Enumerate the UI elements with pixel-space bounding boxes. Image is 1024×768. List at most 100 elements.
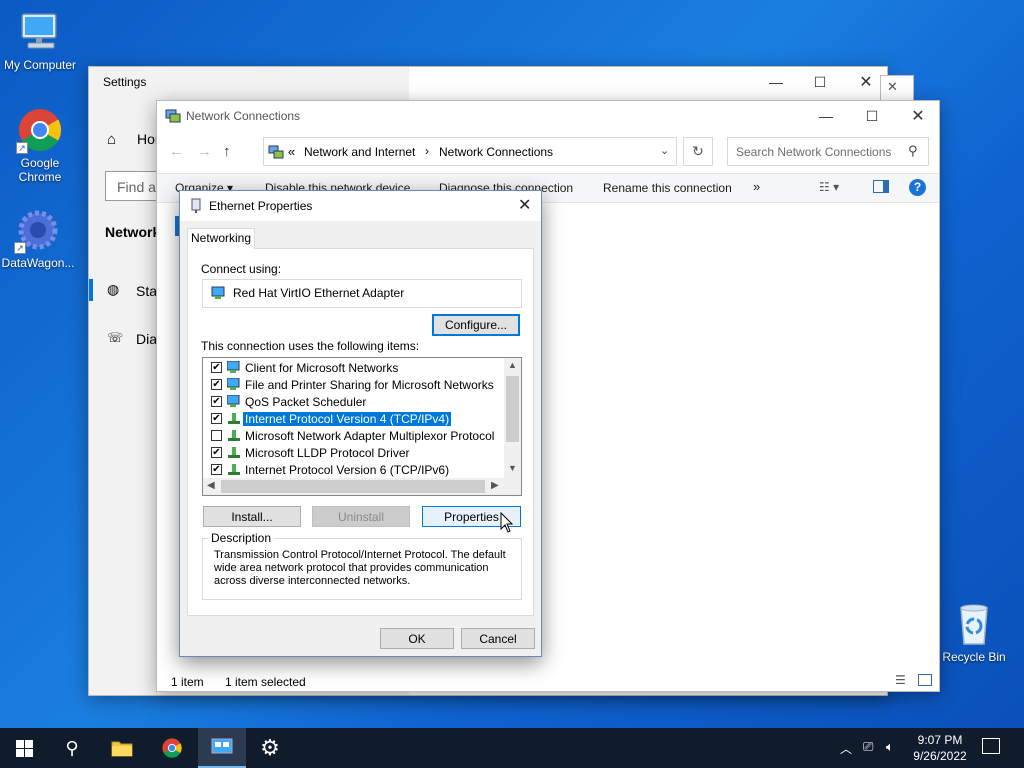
list-item[interactable]: ✔ Client for Microsoft Networks xyxy=(203,359,503,376)
clock-time: 9:07 PM xyxy=(917,733,963,747)
search-placeholder: Search Network Connections xyxy=(736,145,892,159)
adapter-field: Red Hat VirtIO Ethernet Adapter xyxy=(202,279,522,308)
item-label: File and Printer Sharing for Microsoft N… xyxy=(245,378,494,392)
scroll-left-icon[interactable]: ◀ xyxy=(207,480,215,491)
checkbox[interactable]: ✔ xyxy=(211,447,222,458)
scrollbar-thumb[interactable] xyxy=(506,376,519,442)
view-options-icon[interactable]: ☷ ▾ xyxy=(819,180,839,194)
protocol-icon xyxy=(227,446,241,459)
checkbox[interactable]: ✔ xyxy=(211,464,222,475)
ok-button[interactable]: OK xyxy=(380,628,454,649)
list-item[interactable]: ✔ Microsoft LLDP Protocol Driver xyxy=(203,444,503,461)
scroll-right-icon[interactable]: ▶ xyxy=(491,480,499,491)
up-arrow-icon[interactable]: ↑ xyxy=(223,143,231,160)
checkbox[interactable]: ✔ xyxy=(211,379,222,390)
scroll-down-icon[interactable]: ▼ xyxy=(508,463,517,473)
items-label: This connection uses the following items… xyxy=(201,339,420,353)
network-service-icon xyxy=(226,394,241,408)
datawagon-icon: ↗ xyxy=(14,206,62,254)
large-icons-view-icon[interactable] xyxy=(918,674,932,686)
desktop-icon-chrome[interactable]: ↗ Google Chrome xyxy=(0,106,80,184)
tab-networking[interactable]: Networking xyxy=(187,228,255,249)
item-label: Microsoft LLDP Protocol Driver xyxy=(245,446,410,460)
nav-item-dialup[interactable]: Dia xyxy=(136,331,157,347)
ethernet-properties-dialog: Ethernet Properties ✕ Networking Connect… xyxy=(179,190,542,657)
component-list[interactable]: ✔ Client for Microsoft Networks ✔ File a… xyxy=(202,357,522,496)
search-input[interactable]: Search Network Connections ⚲ xyxy=(727,137,929,166)
item-label: Internet Protocol Version 4 (TCP/IPv4) xyxy=(241,411,453,427)
background-window-edge: ✕ xyxy=(880,75,914,101)
network-service-icon xyxy=(226,377,241,391)
close-button[interactable]: ✕ xyxy=(895,101,941,131)
close-icon: ✕ xyxy=(887,79,898,94)
clock[interactable]: 9:07 PM 9/26/2022 xyxy=(912,732,968,764)
breadcrumb-network-connections[interactable]: Network Connections xyxy=(439,145,553,159)
tab-panel: Connect using: Red Hat VirtIO Ethernet A… xyxy=(187,248,534,616)
preview-pane-icon[interactable] xyxy=(873,180,889,193)
network-connections-taskbar-icon[interactable] xyxy=(198,728,246,768)
recycle-bin-icon xyxy=(950,600,998,648)
close-button[interactable]: ✕ xyxy=(518,195,531,215)
maximize-button[interactable]: ☐ xyxy=(797,67,843,97)
minimize-button[interactable]: — xyxy=(803,101,849,131)
rename-button[interactable]: Rename this connection xyxy=(603,181,732,195)
file-explorer-icon[interactable] xyxy=(98,728,146,768)
details-view-icon[interactable]: ☰ xyxy=(895,673,906,687)
list-item-selected[interactable]: ✔ Internet Protocol Version 4 (TCP/IPv4) xyxy=(203,410,503,427)
notification-icon[interactable] xyxy=(982,738,1000,754)
more-commands-button[interactable]: » xyxy=(753,179,760,194)
help-icon[interactable]: ? xyxy=(909,179,926,196)
chevron-down-icon[interactable]: ⌄ xyxy=(660,144,669,157)
checkbox[interactable]: ✔ xyxy=(211,396,222,407)
desktop-icon-datawagon[interactable]: ↗ DataWagon... xyxy=(0,206,78,270)
list-item[interactable]: ✔ QoS Packet Scheduler xyxy=(203,393,503,410)
desktop-icon-recycle-bin[interactable]: Recycle Bin xyxy=(934,600,1014,664)
breadcrumb-network-and-internet[interactable]: Network and Internet xyxy=(304,145,415,159)
install-button[interactable]: Install... xyxy=(203,506,301,527)
cancel-button[interactable]: Cancel xyxy=(461,628,535,649)
protocol-icon xyxy=(227,412,241,425)
nav-selection-indicator xyxy=(89,279,93,301)
checkbox[interactable]: ✔ xyxy=(211,362,222,373)
forward-arrow-icon[interactable]: → xyxy=(197,143,212,160)
clock-date: 9/26/2022 xyxy=(913,749,967,763)
mouse-cursor-icon xyxy=(500,511,514,534)
protocol-icon xyxy=(227,463,241,476)
item-label: Internet Protocol Version 6 (TCP/IPv6) xyxy=(245,463,450,477)
desktop-icon-my-computer[interactable]: My Computer xyxy=(0,8,80,72)
refresh-button[interactable]: ↻ xyxy=(683,137,713,166)
chrome-icon[interactable] xyxy=(148,728,196,768)
configure-button[interactable]: Configure... xyxy=(432,314,520,336)
breadcrumb-overflow[interactable]: « xyxy=(288,144,295,159)
back-arrow-icon[interactable]: ← xyxy=(169,143,184,160)
uninstall-button[interactable]: Uninstall xyxy=(312,506,410,527)
hscrollbar-thumb[interactable] xyxy=(221,480,485,493)
settings-gear-icon[interactable]: ⚙ xyxy=(246,728,294,768)
address-bar[interactable]: « Network and Internet › Network Connect… xyxy=(263,137,677,166)
network-adapter-icon xyxy=(211,286,227,300)
chrome-icon: ↗ xyxy=(16,106,64,154)
start-button[interactable] xyxy=(0,728,48,768)
checkbox[interactable]: ✔ xyxy=(211,413,222,424)
maximize-button[interactable]: ☐ xyxy=(849,101,895,131)
breadcrumb-separator-icon: › xyxy=(425,144,429,158)
minimize-button[interactable]: — xyxy=(753,67,799,97)
vertical-scrollbar[interactable]: ▲ ▼ xyxy=(504,358,521,478)
home-icon: ⌂ xyxy=(107,131,117,148)
network-tray-icon[interactable]: ⎚ xyxy=(863,739,873,755)
desktop-icon-label: Recycle Bin xyxy=(942,650,1006,664)
list-item[interactable]: ✔ Internet Protocol Version 6 (TCP/IPv6) xyxy=(203,461,503,478)
desktop-icon-label: My Computer xyxy=(3,58,77,72)
scroll-up-icon[interactable]: ▲ xyxy=(508,360,517,370)
search-icon[interactable]: ⚲ xyxy=(48,728,96,768)
item-label: Client for Microsoft Networks xyxy=(245,361,399,375)
checkbox[interactable] xyxy=(211,430,222,441)
volume-icon[interactable]: 🔈︎ xyxy=(886,739,894,755)
list-item[interactable]: ✔ File and Printer Sharing for Microsoft… xyxy=(203,376,503,393)
chevron-up-icon[interactable]: ︿ xyxy=(840,740,852,757)
taskbar: ⚲ ⚙ ︿ ⎚ 🔈︎ 9:07 PM 9/26/2022 xyxy=(0,728,1024,768)
list-item[interactable]: Microsoft Network Adapter Multiplexor Pr… xyxy=(203,427,503,444)
horizontal-scrollbar[interactable]: ◀ ▶ xyxy=(203,478,521,495)
windows-logo-icon xyxy=(15,739,33,757)
item-label: QoS Packet Scheduler xyxy=(245,395,367,409)
